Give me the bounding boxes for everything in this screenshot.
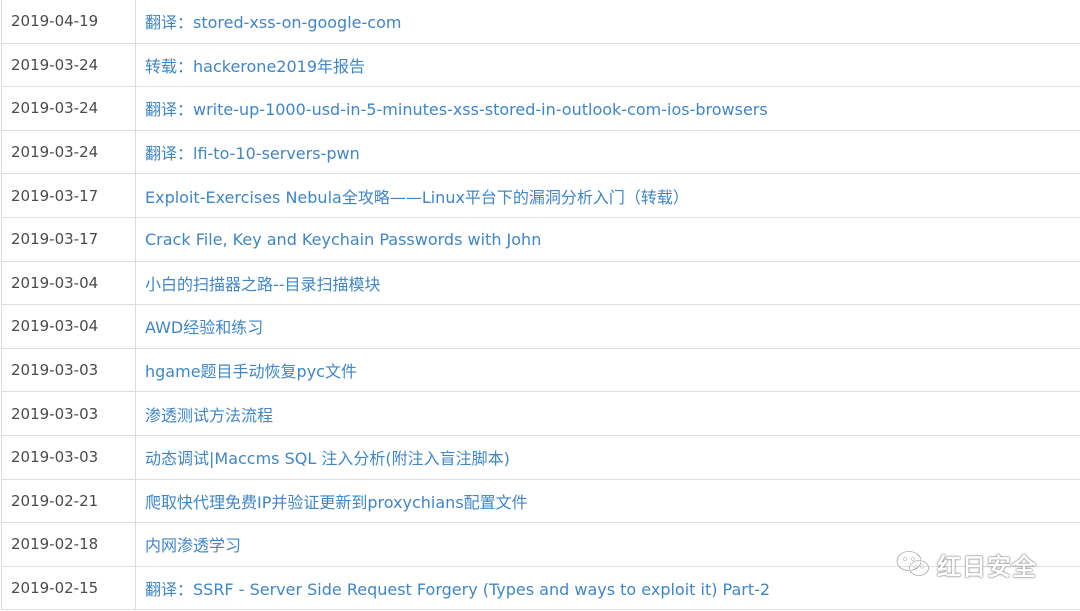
table-row: 2019-04-19 翻译：stored-xss-on-google-com — [1, 0, 1080, 44]
table-row: 2019-03-17 Crack File, Key and Keychain … — [1, 216, 1080, 262]
post-title-link[interactable]: hgame题目手动恢复pyc文件 — [145, 362, 357, 381]
post-title-cell: 渗透测试方法流程 — [135, 391, 1080, 436]
table-row: 2019-03-04 小白的扫描器之路--目录扫描模块 — [1, 260, 1080, 306]
post-title-cell: 动态调试|Maccms SQL 注入分析(附注入盲注脚本) — [135, 434, 1080, 480]
watermark-text: 红日安全 — [937, 552, 1037, 581]
post-title-link[interactable]: 小白的扫描器之路--目录扫描模块 — [145, 275, 381, 294]
post-title-cell: 小白的扫描器之路--目录扫描模块 — [135, 260, 1080, 306]
post-title-cell: 爬取快代理免费IP并验证更新到proxychians配置文件 — [135, 478, 1080, 524]
table-row: 2019-03-24 转载：hackerone2019年报告 — [1, 42, 1080, 88]
watermark: 红日安全 — [895, 544, 1037, 584]
table-row: 2019-03-04 AWD经验和练习 — [1, 304, 1080, 349]
post-title-link[interactable]: 翻译：stored-xss-on-google-com — [145, 13, 401, 32]
post-title-link[interactable]: 渗透测试方法流程 — [145, 406, 273, 425]
post-title-cell: Crack File, Key and Keychain Passwords w… — [135, 216, 1080, 262]
post-title-cell: 转载：hackerone2019年报告 — [135, 42, 1080, 88]
post-date: 2019-02-18 — [1, 522, 136, 567]
table-row: 2019-03-17 Exploit-Exercises Nebula全攻略——… — [1, 173, 1080, 218]
table-row: 2019-02-21 爬取快代理免费IP并验证更新到proxychians配置文… — [1, 478, 1080, 524]
post-title-cell: Exploit-Exercises Nebula全攻略——Linux平台下的漏洞… — [135, 173, 1080, 218]
post-date: 2019-03-03 — [1, 391, 136, 436]
post-title-link[interactable]: 翻译：lfi-to-10-servers-pwn — [145, 144, 360, 163]
post-title-link[interactable]: Crack File, Key and Keychain Passwords w… — [145, 230, 541, 249]
table-row: 2019-03-03 动态调试|Maccms SQL 注入分析(附注入盲注脚本) — [1, 434, 1080, 480]
post-title-cell: 翻译：write-up-1000-usd-in-5-minutes-xss-st… — [135, 86, 1080, 131]
post-title-cell: 翻译：stored-xss-on-google-com — [135, 0, 1080, 44]
post-date: 2019-03-24 — [1, 129, 136, 175]
post-date: 2019-03-17 — [1, 173, 136, 218]
post-title-link[interactable]: 内网渗透学习 — [145, 536, 241, 555]
post-title-cell: AWD经验和练习 — [135, 304, 1080, 349]
post-title-link[interactable]: 翻译：SSRF - Server Side Request Forgery (T… — [145, 580, 770, 599]
table-row: 2019-03-24 翻译：write-up-1000-usd-in-5-min… — [1, 86, 1080, 131]
post-title-link[interactable]: AWD经验和练习 — [145, 318, 263, 337]
post-date: 2019-03-24 — [1, 42, 136, 88]
wechat-icon — [895, 549, 931, 579]
posts-table: 2019-04-19 翻译：stored-xss-on-google-com 2… — [1, 0, 1080, 611]
table-row: 2019-03-03 渗透测试方法流程 — [1, 391, 1080, 436]
post-date: 2019-02-21 — [1, 478, 136, 524]
post-date: 2019-02-15 — [1, 565, 136, 611]
post-title-link[interactable]: 翻译：write-up-1000-usd-in-5-minutes-xss-st… — [145, 100, 768, 119]
post-date: 2019-03-17 — [1, 216, 136, 262]
post-date: 2019-03-04 — [1, 260, 136, 306]
table-row: 2019-03-24 翻译：lfi-to-10-servers-pwn — [1, 129, 1080, 175]
post-title-cell: 翻译：lfi-to-10-servers-pwn — [135, 129, 1080, 175]
post-date: 2019-04-19 — [1, 0, 136, 44]
post-title-link[interactable]: 爬取快代理免费IP并验证更新到proxychians配置文件 — [145, 493, 528, 512]
post-title-link[interactable]: 转载：hackerone2019年报告 — [145, 57, 365, 76]
post-title-link[interactable]: Exploit-Exercises Nebula全攻略——Linux平台下的漏洞… — [145, 188, 689, 207]
post-date: 2019-03-04 — [1, 304, 136, 349]
post-title-link[interactable]: 动态调试|Maccms SQL 注入分析(附注入盲注脚本) — [145, 449, 510, 468]
table-row: 2019-03-03 hgame题目手动恢复pyc文件 — [1, 347, 1080, 393]
post-date: 2019-03-03 — [1, 347, 136, 393]
post-title-cell: hgame题目手动恢复pyc文件 — [135, 347, 1080, 393]
post-date: 2019-03-03 — [1, 434, 136, 480]
post-date: 2019-03-24 — [1, 86, 136, 131]
